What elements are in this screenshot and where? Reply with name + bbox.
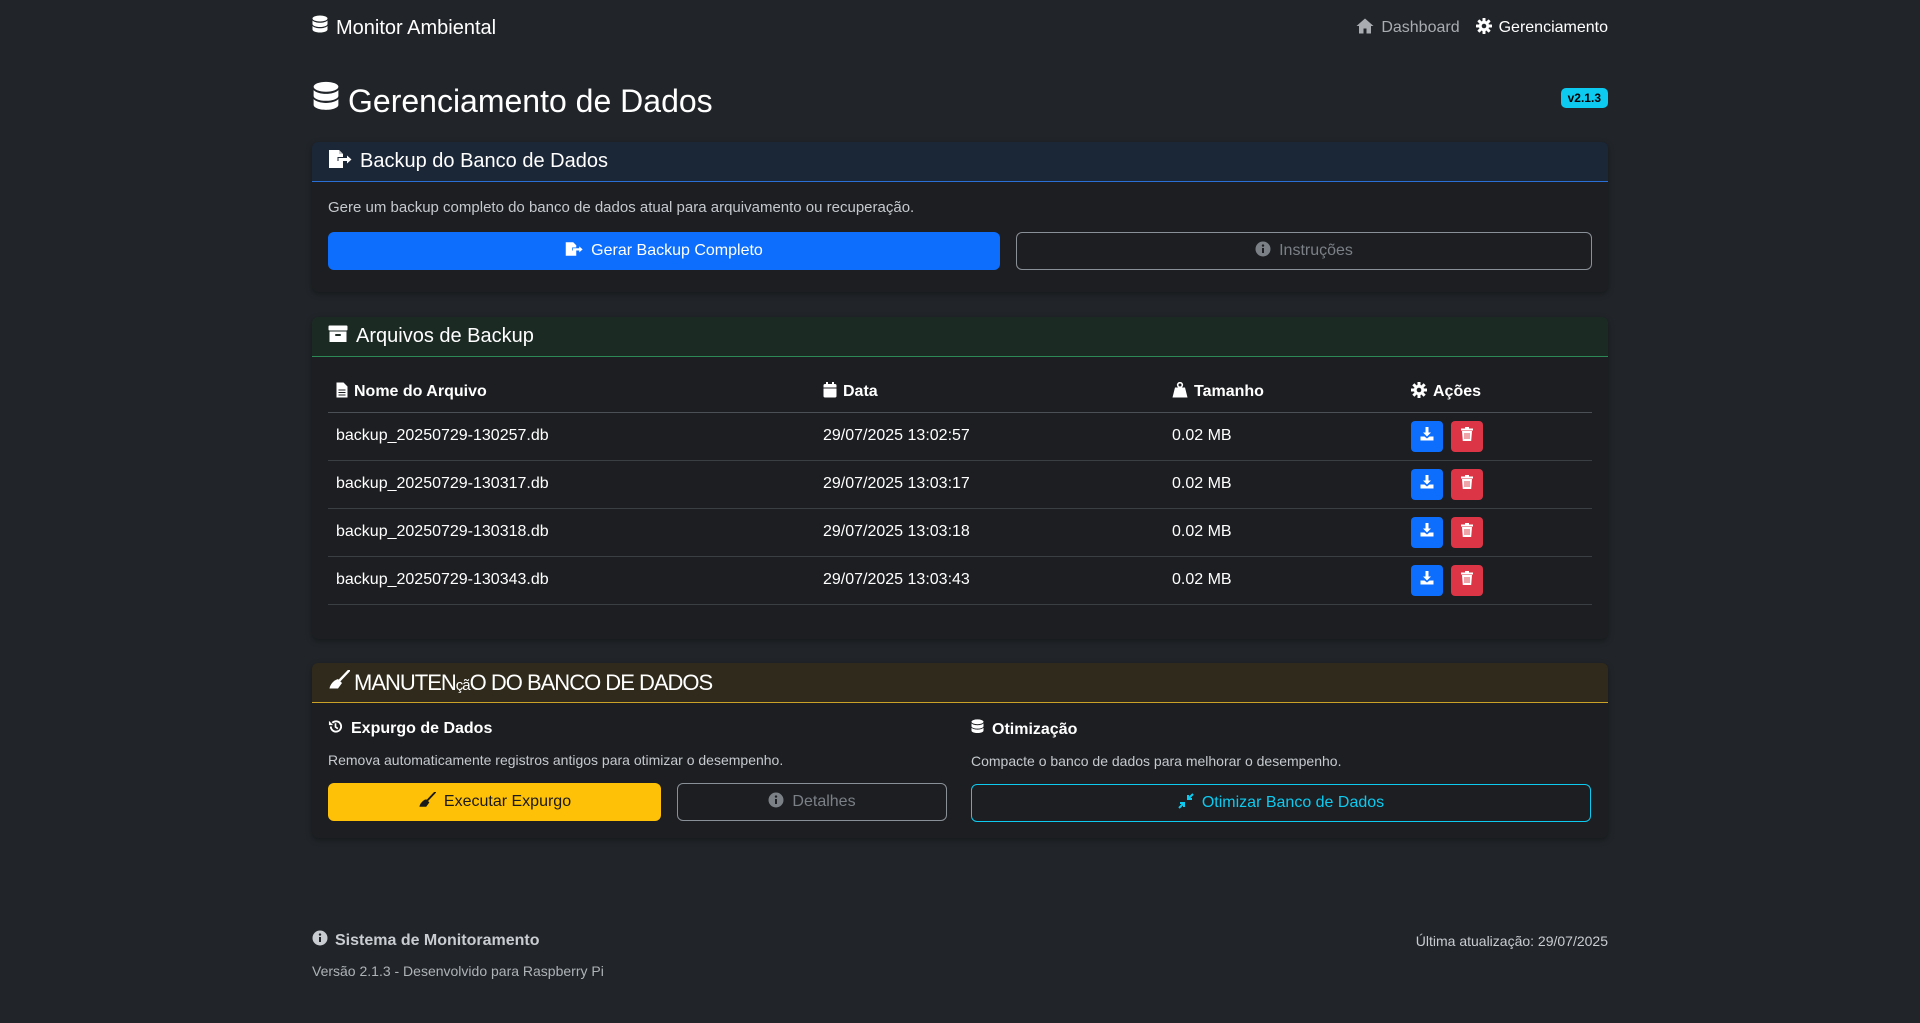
maintenance-title: MANUTENçãO DO BANCO DE DADOS [354,669,713,695]
file-icon [336,382,348,403]
file-date: 29/07/2025 13:03:17 [815,460,1164,509]
column-header-date: Data [815,373,1164,413]
download-button[interactable] [1411,564,1443,596]
backup-card-title: Backup do Banco de Dados [360,150,608,172]
file-name: backup_20250729-130318.db [328,508,815,557]
download-icon [1420,522,1434,542]
backup-files-table: Nome do Arquivo Data Tamanho Ações backu… [328,373,1592,605]
file-date: 29/07/2025 13:03:18 [815,508,1164,557]
info-icon [1255,241,1271,262]
optimize-section: Otimização Compacte o banco de dados par… [971,719,1591,822]
database-icon [971,719,984,740]
table-row: backup_20250729-130343.db 29/07/2025 13:… [328,556,1592,605]
purge-description: Remova automaticamente registros antigos… [328,752,784,768]
purge-details-button[interactable]: Detalhes [677,783,947,821]
file-size: 0.02 MB [1164,556,1403,605]
column-header-size: Tamanho [1164,373,1403,413]
calendar-icon [823,381,837,403]
file-export-icon [328,149,352,175]
files-card-title: Arquivos de Backup [356,325,534,347]
download-icon [1420,426,1434,446]
footer: Sistema de Monitoramento Última atualiza… [312,930,1608,979]
purge-title: Expurgo de Dados [328,719,947,739]
generate-backup-button[interactable]: Gerar Backup Completo [328,232,1000,270]
brand[interactable]: Monitor Ambiental [312,15,496,41]
files-card-header: Arquivos de Backup [312,317,1608,357]
backup-card: Backup do Banco de Dados Gere um backup … [312,142,1608,292]
last-update: Última atualização: 29/07/2025 [1415,932,1608,949]
file-date: 29/07/2025 13:03:43 [815,556,1164,605]
execute-purge-button[interactable]: Executar Expurgo [328,783,661,821]
trash-icon [1461,522,1473,542]
file-name: backup_20250729-130343.db [328,556,815,605]
page-header: Gerenciamento de Dados v2.1.3 [312,78,1608,124]
nav-link-gerenciamento[interactable]: Gerenciamento [1475,17,1608,39]
compress-icon [1178,792,1194,814]
table-header-row: Nome do Arquivo Data Tamanho Ações [328,373,1592,413]
delete-button[interactable] [1451,564,1483,596]
table-row: backup_20250729-130317.db 29/07/2025 13:… [328,460,1592,509]
instructions-label: Instruções [1279,242,1353,259]
generate-backup-label: Gerar Backup Completo [591,242,763,259]
backup-files-card: Arquivos de Backup Nome do Arquivo Data [312,317,1608,639]
database-icon [312,15,328,41]
column-header-name: Nome do Arquivo [328,373,815,413]
info-icon [768,792,784,813]
footer-title: Sistema de Monitoramento [312,930,539,951]
trash-icon [1461,426,1473,446]
file-size: 0.02 MB [1164,508,1403,557]
trash-icon [1461,474,1473,494]
nav-link-dashboard[interactable]: Dashboard [1356,18,1460,39]
footer-version: Versão 2.1.3 - Desenvolvido para Raspber… [312,963,604,979]
maintenance-card: MANUTENçãO DO BANCO DE DADOS Expurgo de … [312,663,1608,838]
file-size: 0.02 MB [1164,412,1403,461]
delete-button[interactable] [1451,468,1483,500]
broom-icon [418,790,436,813]
page-title-text: Gerenciamento de Dados [348,82,713,119]
delete-button[interactable] [1451,516,1483,548]
nav-link-label: Dashboard [1381,19,1460,36]
gear-icon [1411,381,1427,403]
home-icon [1356,18,1374,39]
file-size: 0.02 MB [1164,460,1403,509]
trash-icon [1461,570,1473,590]
maintenance-card-header: MANUTENçãO DO BANCO DE DADOS [312,663,1608,703]
file-name: backup_20250729-130257.db [328,412,815,461]
info-icon [312,930,328,951]
broom-icon [328,668,351,696]
download-button[interactable] [1411,516,1443,548]
optimize-database-button[interactable]: Otimizar Banco de Dados [971,784,1591,822]
purge-section: Expurgo de Dados Remova automaticamente … [328,719,947,822]
backup-description: Gere um backup completo do banco de dado… [328,199,915,216]
backup-card-header: Backup do Banco de Dados [312,142,1608,182]
file-date: 29/07/2025 13:02:57 [815,412,1164,461]
file-name: backup_20250729-130317.db [328,460,815,509]
delete-button[interactable] [1451,420,1483,452]
navbar: Monitor Ambiental Dashboard Gerenciament… [312,0,1608,56]
instructions-button[interactable]: Instruções [1016,232,1592,270]
database-icon [312,81,340,122]
brand-label: Monitor Ambiental [336,16,497,39]
gear-icon [1475,17,1492,39]
nav-links: Dashboard Gerenciamento [1356,17,1608,39]
weight-icon [1172,381,1188,403]
optimize-description: Compacte o banco de dados para melhorar … [971,753,1342,769]
download-icon [1420,474,1434,494]
table-row: backup_20250729-130257.db 29/07/2025 13:… [328,412,1592,461]
download-button[interactable] [1411,468,1443,500]
optimize-title: Otimização [971,719,1591,740]
download-button[interactable] [1411,420,1443,452]
page-title: Gerenciamento de Dados [312,81,713,122]
nav-link-label: Gerenciamento [1498,19,1608,36]
archive-icon [328,325,348,349]
version-badge: v2.1.3 [1560,88,1608,108]
table-row: backup_20250729-130318.db 29/07/2025 13:… [328,508,1592,557]
download-icon [1420,570,1434,590]
file-export-icon [565,241,583,262]
column-header-actions: Ações [1403,373,1592,413]
history-icon [328,719,343,739]
